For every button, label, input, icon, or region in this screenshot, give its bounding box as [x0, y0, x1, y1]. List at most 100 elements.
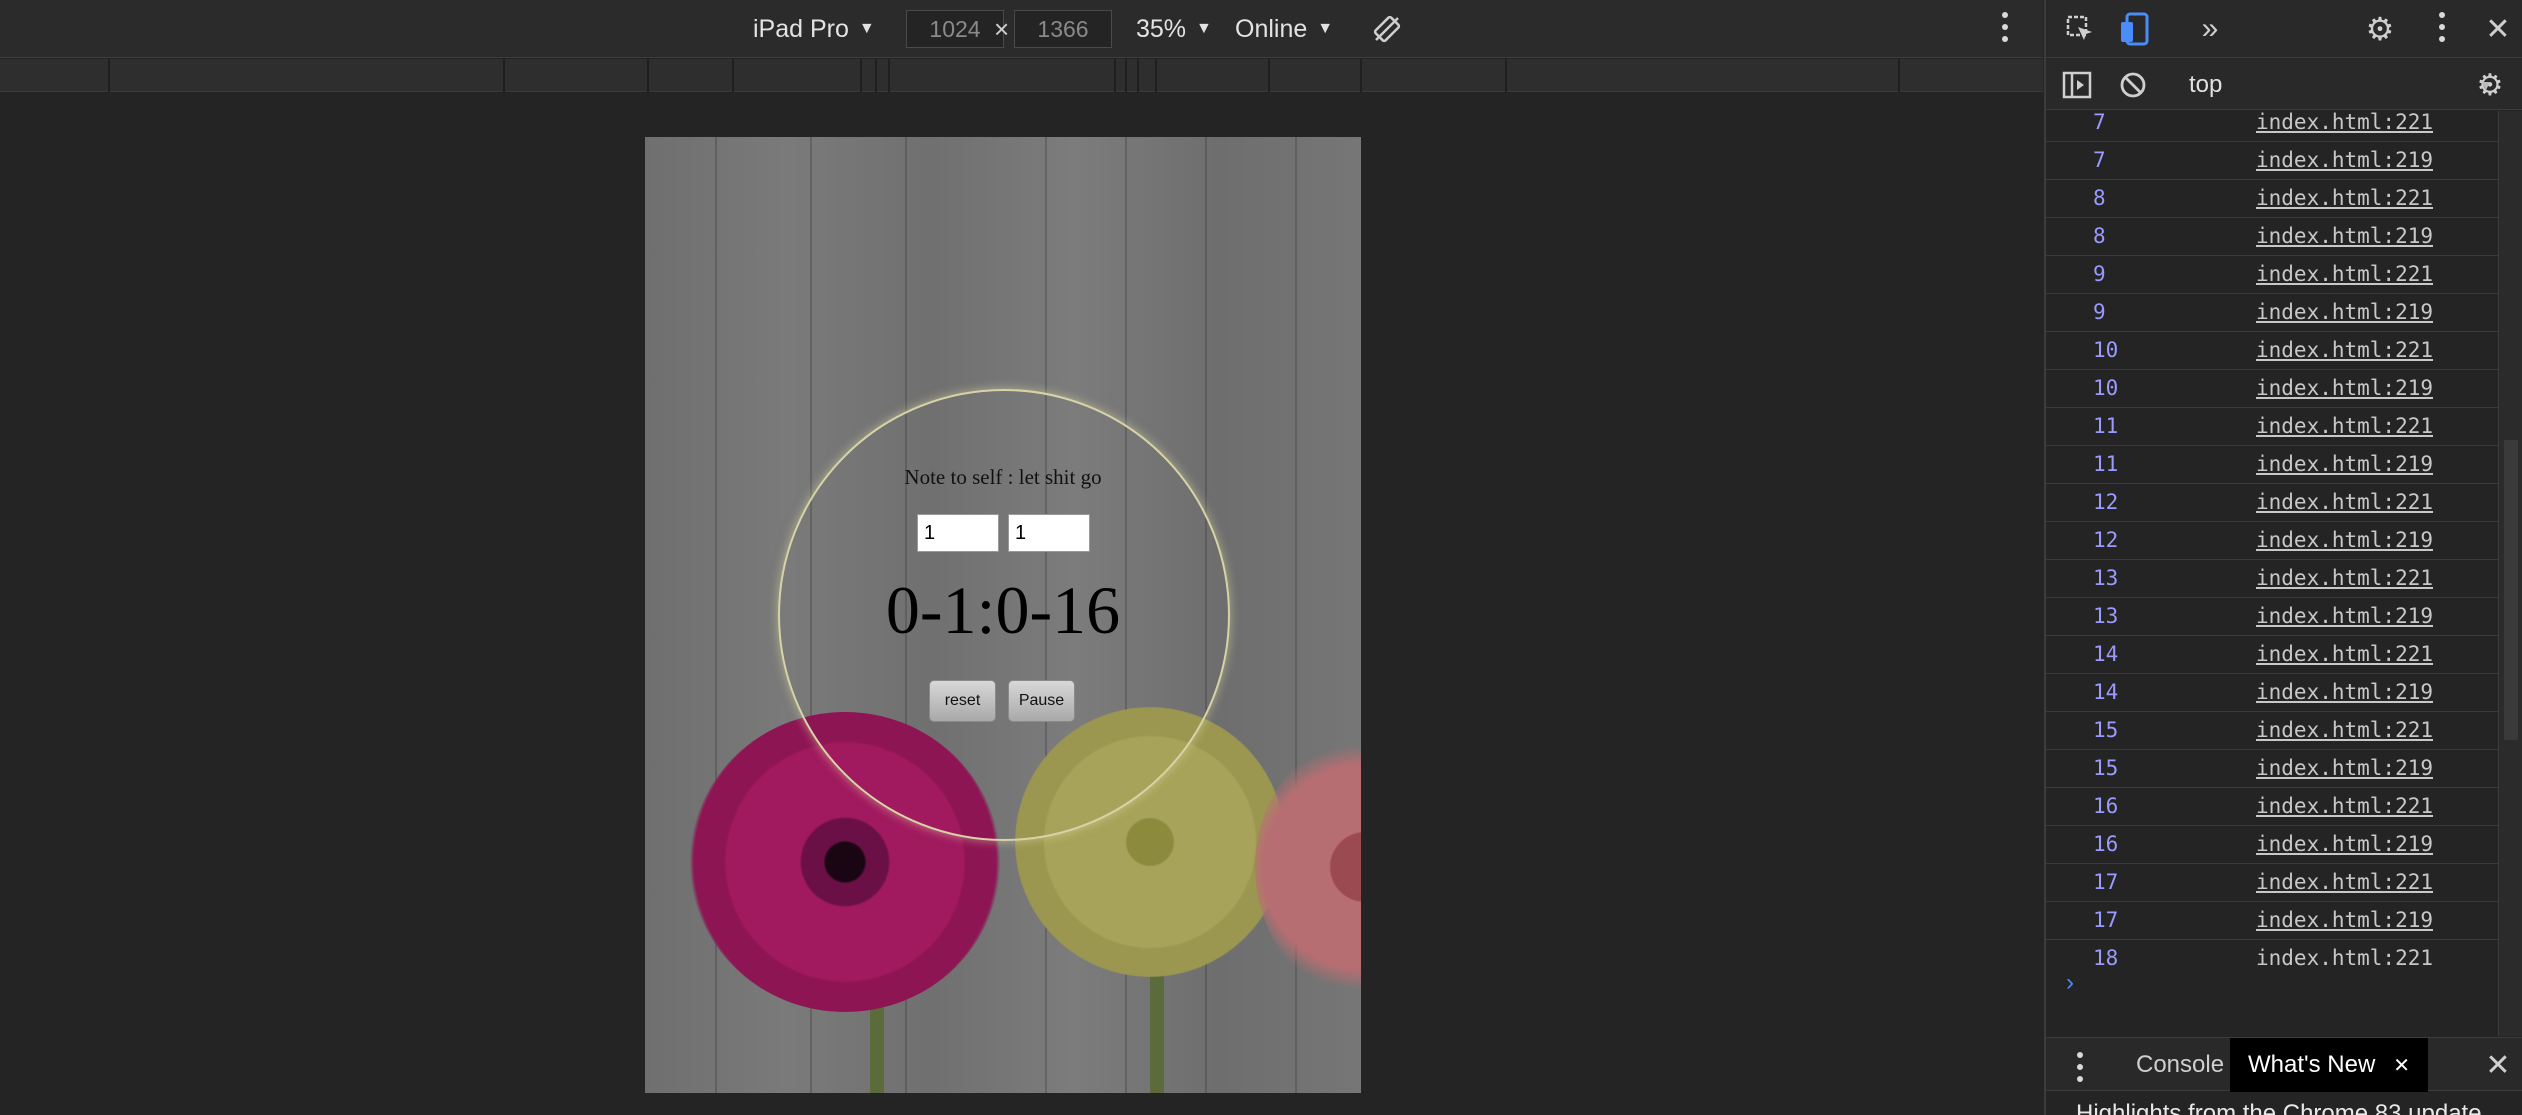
caret-down-icon: ▼: [2479, 76, 2493, 93]
pause-button[interactable]: Pause: [1008, 680, 1075, 722]
console-value: 17: [2093, 870, 2119, 894]
source-link[interactable]: index.html:219: [2256, 756, 2433, 780]
drawer-tabbar: Console What's New ✕ ✕: [2046, 1037, 2522, 1092]
console-row: 9 index.html:221: [2046, 256, 2498, 294]
console-row: 15 index.html:219: [2046, 750, 2498, 788]
source-link[interactable]: index.html:221: [2256, 642, 2433, 666]
settings-gear-icon[interactable]: ⚙: [2362, 11, 2398, 47]
minutes-input[interactable]: [917, 514, 999, 552]
devtools-menu-icon[interactable]: [2438, 12, 2446, 42]
device-label: iPad Pro: [753, 14, 849, 43]
rotate-icon[interactable]: [1372, 0, 1402, 58]
console-value: 15: [2093, 756, 2119, 780]
console-prompt[interactable]: ›: [2066, 969, 2074, 997]
console-value: 18: [2093, 946, 2119, 966]
console-row: 8 index.html:221: [2046, 180, 2498, 218]
source-link[interactable]: index.html:221: [2256, 718, 2433, 742]
source-link[interactable]: index.html:219: [2256, 452, 2433, 476]
console-value: 14: [2093, 680, 2119, 704]
source-link[interactable]: index.html:219: [2256, 528, 2433, 552]
console-value: 14: [2093, 642, 2119, 666]
console-value: 17: [2093, 908, 2119, 932]
console-value: 7: [2093, 148, 2106, 172]
source-link[interactable]: index.html:221: [2256, 794, 2433, 818]
console-value: 10: [2093, 338, 2119, 362]
console-row: 15 index.html:221: [2046, 712, 2498, 750]
console-value: 8: [2093, 186, 2106, 210]
console-row: 10 index.html:219: [2046, 370, 2498, 408]
browser-window: iPad Pro ▼ 1024 × 1366 35% ▼ Online ▼ No…: [0, 0, 2522, 1115]
source-link[interactable]: index.html:219: [2256, 148, 2433, 172]
close-drawer-icon[interactable]: ✕: [2482, 1047, 2514, 1083]
console-row: 17 index.html:219: [2046, 902, 2498, 940]
coral-flower: [1255, 737, 1361, 997]
whats-new-content: Highlights from the Chrome 83 update: [2076, 1100, 2482, 1115]
times-symbol: ×: [994, 13, 1010, 44]
zoom-select[interactable]: 35% ▼: [1136, 0, 1212, 58]
sidebar-toggle-icon[interactable]: [2060, 68, 2094, 102]
seconds-input[interactable]: [1008, 514, 1090, 552]
close-tab-icon[interactable]: ✕: [2393, 1053, 2410, 1078]
tab-whats-new[interactable]: What's New ✕: [2230, 1038, 2429, 1092]
console-row: 7 index.html:219: [2046, 142, 2498, 180]
source-link[interactable]: index.html:221: [2256, 490, 2433, 514]
inspect-element-icon[interactable]: [2064, 13, 2096, 45]
width-input[interactable]: 1024: [906, 10, 1004, 48]
console-value: 13: [2093, 566, 2119, 590]
console-row: 13 index.html:221: [2046, 560, 2498, 598]
console-row: 17 index.html:221: [2046, 864, 2498, 902]
console-row: 11 index.html:219: [2046, 446, 2498, 484]
console-value: 11: [2093, 414, 2119, 438]
clear-console-icon[interactable]: [2116, 68, 2150, 102]
console-row: 14 index.html:221: [2046, 636, 2498, 674]
source-link[interactable]: index.html:221: [2256, 262, 2433, 286]
source-link[interactable]: index.html:221: [2256, 566, 2433, 590]
source-link[interactable]: index.html:221: [2256, 111, 2433, 134]
console-value: 12: [2093, 528, 2119, 552]
source-link[interactable]: index.html:219: [2256, 300, 2433, 324]
console-value: 8: [2093, 224, 2106, 248]
device-select[interactable]: iPad Pro ▼: [753, 0, 875, 58]
source-link[interactable]: index.html:221: [2256, 946, 2433, 966]
device-toggle-icon[interactable]: [2118, 11, 2152, 47]
more-tabs-icon[interactable]: »: [2194, 11, 2226, 47]
device-toolbar: iPad Pro ▼ 1024 × 1366 35% ▼ Online ▼: [0, 0, 2043, 58]
more-options-icon[interactable]: [2001, 12, 2009, 42]
console-value: 7: [2093, 111, 2106, 134]
console-value: 16: [2093, 794, 2119, 818]
console-scroll-thumb[interactable]: [2504, 440, 2518, 740]
source-link[interactable]: index.html:219: [2256, 376, 2433, 400]
source-link[interactable]: index.html:219: [2256, 604, 2433, 628]
source-link[interactable]: index.html:221: [2256, 186, 2433, 210]
console-row: 9 index.html:219: [2046, 294, 2498, 332]
console-row: 16 index.html:219: [2046, 826, 2498, 864]
context-select[interactable]: top ▼: [2189, 59, 2493, 110]
console-value: 9: [2093, 300, 2106, 324]
caret-down-icon: ▼: [858, 20, 875, 37]
drawer-menu-icon[interactable]: [2076, 1052, 2084, 1082]
source-link[interactable]: index.html:221: [2256, 338, 2433, 362]
network-select[interactable]: Online ▼: [1235, 0, 1333, 58]
console-row: 12 index.html:219: [2046, 522, 2498, 560]
zoom-label: 35%: [1136, 14, 1187, 43]
source-link[interactable]: index.html:219: [2256, 224, 2433, 248]
source-link[interactable]: index.html:221: [2256, 414, 2433, 438]
close-devtools-icon[interactable]: ✕: [2482, 11, 2514, 47]
caret-down-icon: ▼: [1196, 20, 1212, 37]
network-label: Online: [1235, 14, 1308, 43]
height-input[interactable]: 1366: [1014, 10, 1112, 48]
source-link[interactable]: index.html:221: [2256, 870, 2433, 894]
source-link[interactable]: index.html:219: [2256, 832, 2433, 856]
source-link[interactable]: index.html:219: [2256, 908, 2433, 932]
console-row: 8 index.html:219: [2046, 218, 2498, 256]
console-value: 9: [2093, 262, 2106, 286]
console-row: 12 index.html:221: [2046, 484, 2498, 522]
console-row: 7 index.html:221: [2046, 111, 2498, 142]
console-row: 16 index.html:221: [2046, 788, 2498, 826]
tab-console-label: Console: [2136, 1051, 2225, 1078]
tab-console[interactable]: Console: [2116, 1038, 2244, 1092]
source-link[interactable]: index.html:219: [2256, 680, 2433, 704]
caret-down-icon: ▼: [1317, 20, 1334, 37]
reset-button[interactable]: reset: [929, 680, 996, 722]
console-value: 13: [2093, 604, 2119, 628]
